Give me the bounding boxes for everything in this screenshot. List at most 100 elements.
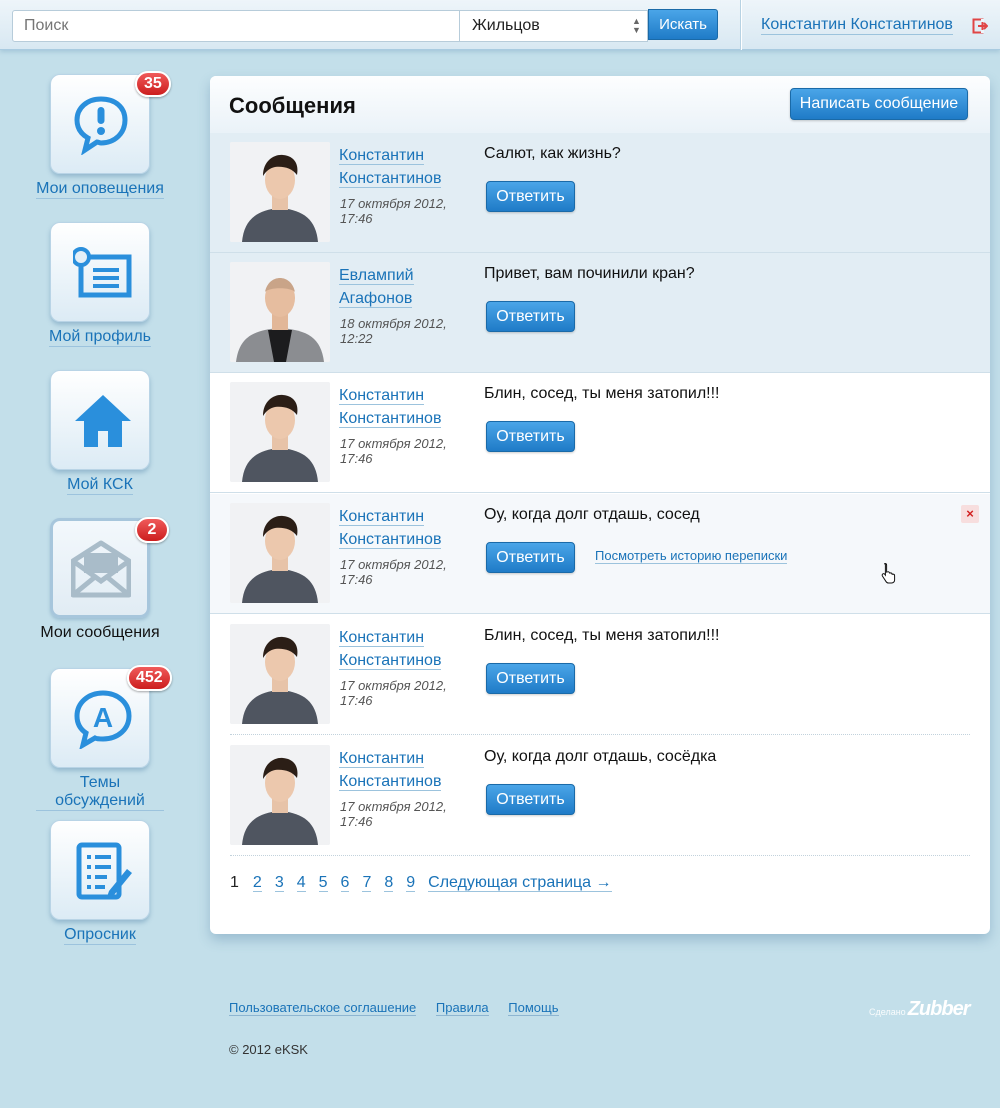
- sidebar-tile[interactable]: A 452: [50, 665, 172, 768]
- sidebar-tile[interactable]: [50, 370, 150, 470]
- messages-panel: Сообщения Написать сообщение Константин К…: [210, 76, 990, 934]
- footer-links: Пользовательское соглашение Правила Помо…: [229, 1000, 575, 1016]
- sidebar-tile-active[interactable]: 2: [50, 517, 169, 618]
- sidebar-item-label[interactable]: Темы обсуждений: [36, 774, 164, 811]
- page-link[interactable]: 4: [296, 874, 306, 892]
- message-row[interactable]: Константин Константинов 17 октября 2012, 1…: [210, 494, 990, 614]
- home-icon: [75, 395, 131, 447]
- sidebar-tile[interactable]: 35: [50, 71, 171, 174]
- divider: [210, 613, 990, 614]
- search-scope-value: Жильцов: [472, 17, 540, 34]
- sidebar-item-messages[interactable]: 2 Мои сообщения: [36, 517, 169, 642]
- footer-link-help[interactable]: Помощь: [508, 1000, 559, 1016]
- divider: [230, 734, 970, 735]
- logout-icon[interactable]: [972, 18, 988, 34]
- user-profile-link[interactable]: Константин Константинов: [761, 16, 953, 35]
- author-name[interactable]: Константин Константинов: [339, 505, 469, 551]
- reply-button[interactable]: Ответить: [486, 663, 575, 694]
- message-date: 17 октября 2012, 17:46: [340, 799, 447, 829]
- message-text: Оу, когда долг отдашь, сосёдка: [484, 748, 717, 765]
- sidebar-item-profile[interactable]: Мой профиль: [36, 222, 164, 347]
- page-link[interactable]: 6: [340, 874, 350, 892]
- message-date: 18 октября 2012, 12:22: [340, 316, 447, 346]
- message-date: 17 октября 2012, 17:46: [340, 196, 447, 226]
- page-link[interactable]: 8: [384, 874, 394, 892]
- discussions-badge: 452: [127, 665, 172, 691]
- author-name[interactable]: Константин Константинов: [339, 747, 469, 793]
- sidebar-item-label[interactable]: Мои оповещения: [36, 180, 164, 199]
- page-title: Сообщения: [229, 93, 356, 118]
- message-row[interactable]: Константин Константинов 17 октября 2012, 1…: [210, 736, 990, 856]
- divider: [230, 855, 970, 856]
- svg-text:A: A: [93, 702, 113, 733]
- search-scope-select[interactable]: Жильцов ▲ ▼: [460, 10, 648, 42]
- sidebar-tile[interactable]: [50, 820, 150, 920]
- made-by-prefix: Сделано: [869, 1007, 906, 1017]
- message-text: Блин, сосед, ты меня затопил!!!: [484, 627, 720, 644]
- page-link[interactable]: 2: [252, 874, 262, 892]
- sidebar-item-notifications[interactable]: 35 Мои оповещения: [36, 71, 171, 199]
- reply-button[interactable]: Ответить: [486, 784, 575, 815]
- message-row[interactable]: Константин Константинов 17 октября 2012, 1…: [210, 615, 990, 735]
- select-arrows-icon: ▲ ▼: [632, 16, 641, 35]
- pagination: 1 2 3 4 5 6 7 8 9 Следующая страница →: [230, 874, 625, 892]
- author-name[interactable]: Евлампий Агафонов: [339, 264, 469, 310]
- alert-bubble-icon: [74, 96, 128, 155]
- avatar[interactable]: [230, 382, 330, 482]
- discussion-icon: A: [74, 690, 132, 749]
- sidebar-item-ksk[interactable]: Мой КСК: [36, 370, 164, 495]
- avatar[interactable]: [230, 745, 330, 845]
- sidebar-tile[interactable]: [50, 222, 150, 322]
- page-current: 1: [230, 874, 239, 891]
- message-row[interactable]: Константин Константинов 17 октября 2012, 1…: [210, 133, 990, 253]
- envelope-icon: [71, 540, 131, 598]
- message-text: Блин, сосед, ты меня затопил!!!: [484, 385, 720, 402]
- reply-button[interactable]: Ответить: [486, 542, 575, 573]
- search-input[interactable]: [12, 10, 460, 42]
- notifications-badge: 35: [135, 71, 171, 97]
- made-by-logo[interactable]: Сделано Zubber: [869, 998, 971, 1021]
- message-date: 17 октября 2012, 17:46: [340, 557, 447, 587]
- next-page-link[interactable]: Следующая страница →: [428, 874, 612, 892]
- message-text: Привет, вам починили кран?: [484, 265, 695, 282]
- author-name[interactable]: Константин Константинов: [339, 384, 469, 430]
- hand-cursor-icon: [881, 562, 896, 584]
- message-date: 17 октября 2012, 17:46: [340, 678, 447, 708]
- message-text: Салют, как жизнь?: [484, 145, 621, 162]
- message-date: 17 октября 2012, 17:46: [340, 436, 447, 466]
- message-row[interactable]: Евлампий Агафонов 18 октября 2012, 12:22 П…: [210, 253, 990, 373]
- sidebar-item-survey[interactable]: Опросник: [36, 820, 164, 945]
- sidebar-item-label[interactable]: Опросник: [64, 926, 136, 945]
- search-button[interactable]: Искать: [648, 9, 718, 40]
- author-name[interactable]: Константин Константинов: [339, 626, 469, 672]
- sidebar-item-label[interactable]: Мой профиль: [48, 328, 152, 347]
- message-row[interactable]: Константин Константинов 17 октября 2012, 1…: [210, 373, 990, 493]
- page-link[interactable]: 7: [362, 874, 372, 892]
- top-bar: Жильцов ▲▼ Искать Константин Константино…: [0, 0, 1000, 50]
- avatar[interactable]: [230, 262, 330, 362]
- copyright: © 2012 eKSK: [229, 1042, 308, 1057]
- reply-button[interactable]: Ответить: [486, 181, 575, 212]
- page-link[interactable]: 3: [274, 874, 284, 892]
- avatar[interactable]: [230, 624, 330, 724]
- delete-icon[interactable]: ×: [961, 505, 979, 523]
- sidebar-item-label[interactable]: Мой КСК: [67, 476, 133, 495]
- zubber-logo: Zubber: [907, 998, 971, 1020]
- footer-link-rules[interactable]: Правила: [435, 1000, 489, 1016]
- reply-button[interactable]: Ответить: [486, 301, 575, 332]
- divider: [740, 0, 741, 50]
- footer-link-agreement[interactable]: Пользовательское соглашение: [229, 1000, 417, 1016]
- reply-button[interactable]: Ответить: [486, 421, 575, 452]
- avatar[interactable]: [230, 503, 330, 603]
- survey-icon: [76, 842, 132, 900]
- write-message-button[interactable]: Написать сообщение: [790, 88, 968, 120]
- page-link[interactable]: 5: [318, 874, 328, 892]
- sidebar-item-discussions[interactable]: A 452 Темы обсуждений: [36, 665, 172, 811]
- author-name[interactable]: Константин Константинов: [339, 144, 469, 190]
- panel-header: Сообщения Написать сообщение: [210, 76, 990, 134]
- message-text: Оу, когда долг отдашь, сосед: [484, 506, 700, 523]
- view-history-link[interactable]: Посмотреть историю переписки: [595, 549, 788, 564]
- avatar[interactable]: [230, 142, 330, 242]
- divider: [210, 492, 990, 493]
- page-link[interactable]: 9: [406, 874, 416, 892]
